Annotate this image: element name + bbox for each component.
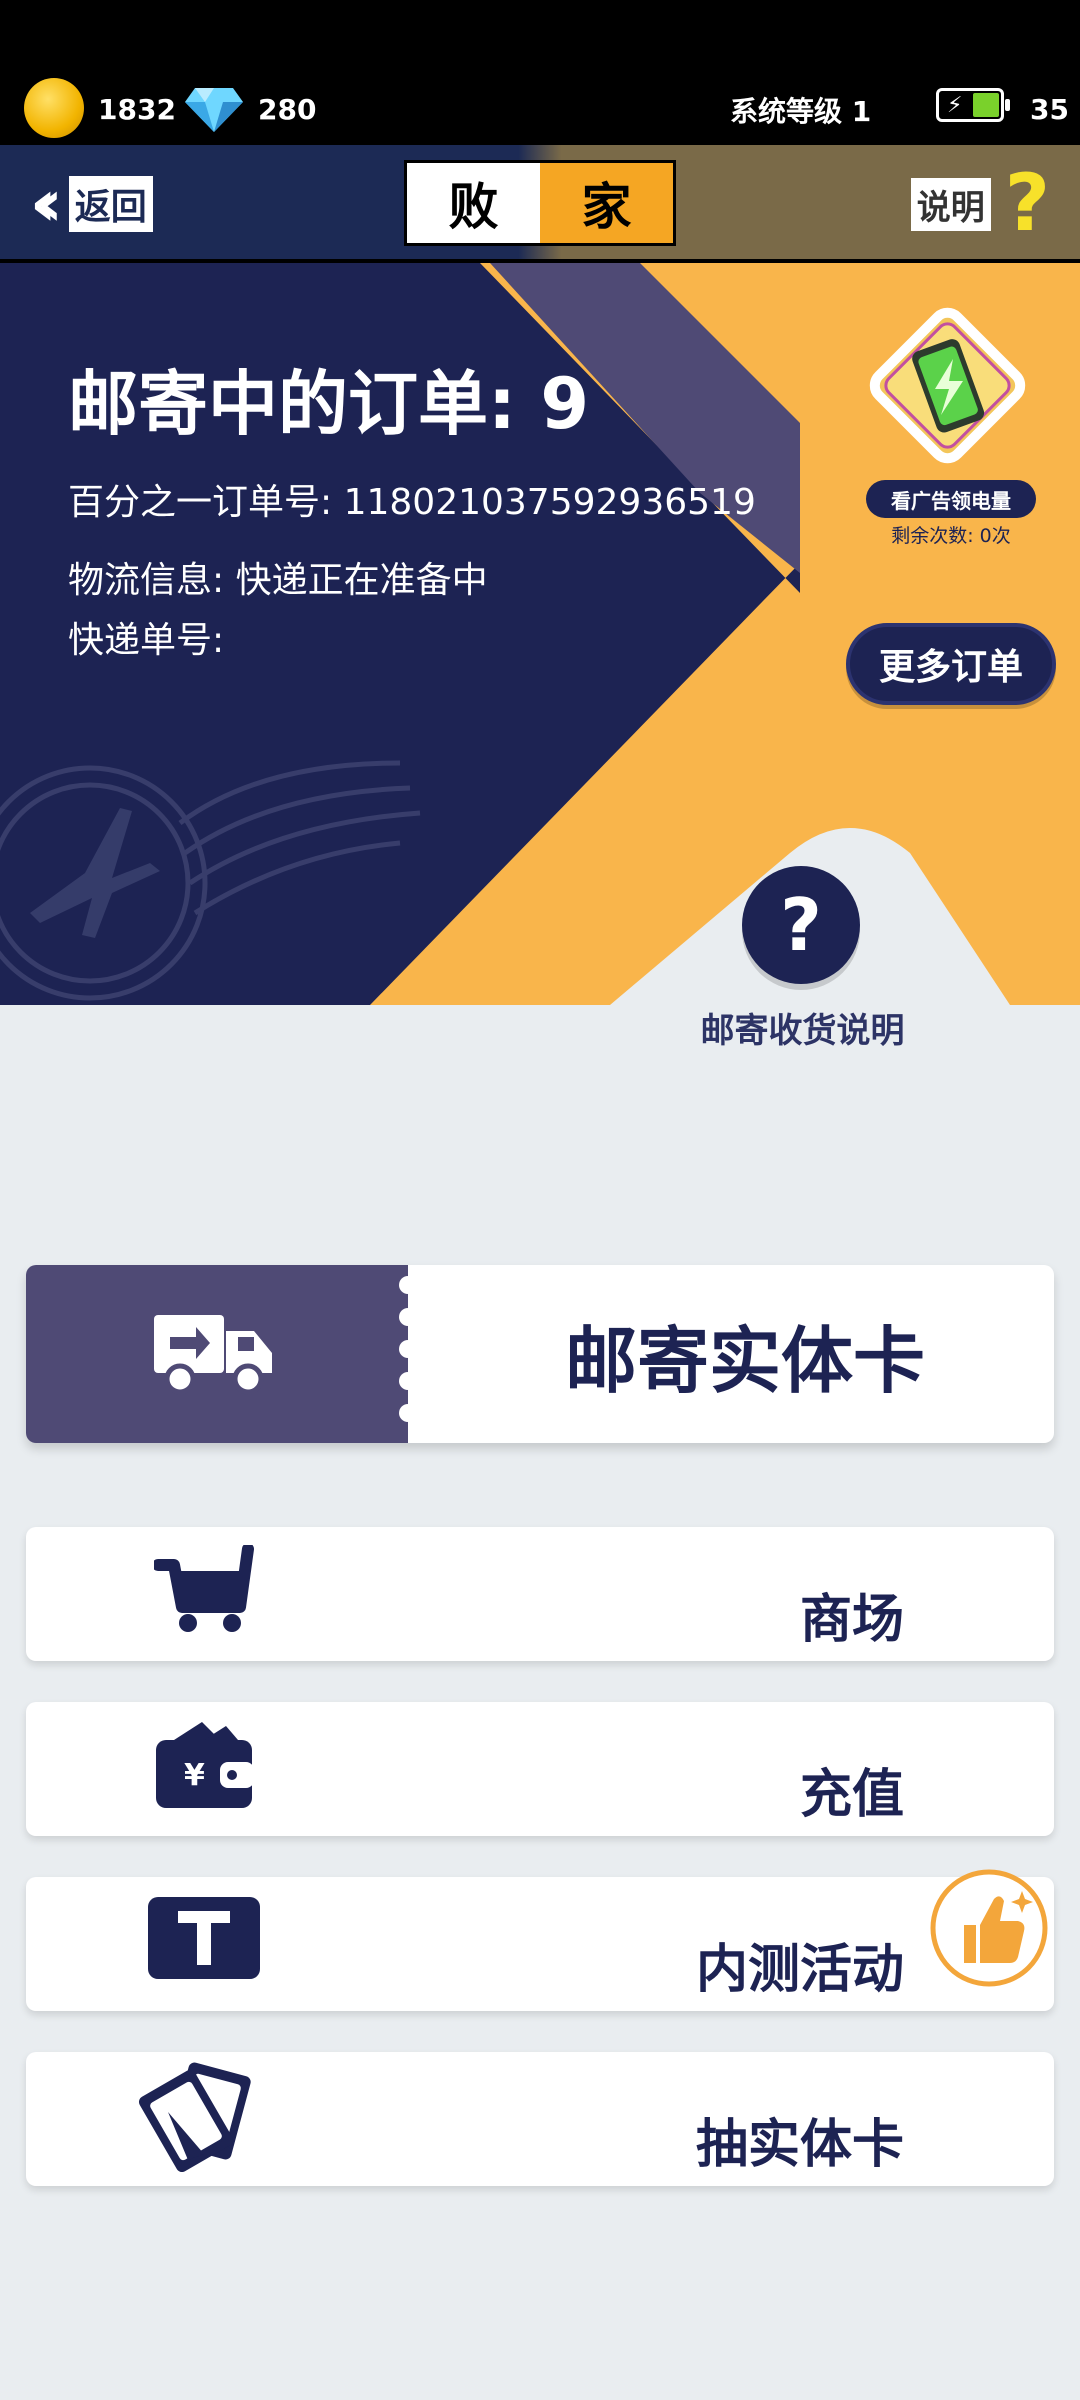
double-chevron-left-icon: ‹‹	[30, 167, 62, 241]
battery-icon: ⚡	[936, 88, 1010, 122]
gem-count: 280	[258, 93, 317, 126]
battery-ad-icon[interactable]	[855, 293, 1040, 478]
tab-left[interactable]: 败	[407, 163, 540, 243]
menu-item-beta-event[interactable]: 内测活动	[26, 1869, 1054, 2011]
status-bar: 1832 280 系统等级 1 ⚡ 35	[0, 0, 1080, 145]
mail-card-label: 邮寄实体卡	[564, 1318, 925, 1403]
order-number: 百分之一订单号: 118021037592936519	[68, 482, 756, 523]
menu-label: 抽实体卡	[695, 2115, 904, 2175]
perforation	[396, 1265, 417, 1443]
more-orders-button[interactable]: 更多订单	[846, 623, 1056, 705]
diamond-icon	[185, 88, 243, 132]
cards-icon	[138, 2062, 251, 2172]
ad-remaining: 剩余次数: 0次	[891, 525, 1011, 547]
menu-label: 充值	[799, 1765, 904, 1825]
back-button[interactable]: ‹‹ 返回	[30, 167, 153, 241]
orders-banner: 邮寄中的订单: 9 百分之一订单号: 118021037592936519 物流…	[0, 263, 1080, 1005]
orders-title: 邮寄中的订单: 9	[68, 363, 590, 445]
cart-icon	[154, 1545, 254, 1632]
menu-label: 内测活动	[695, 1940, 904, 2000]
back-label: 返回	[68, 176, 153, 232]
coin-icon	[24, 78, 84, 138]
coin-count: 1832	[98, 93, 176, 126]
menu-item-recharge[interactable]: ¥ 充值	[26, 1702, 1054, 1836]
header-bar: ‹‹ 返回 败 家 说明 ?	[0, 145, 1080, 263]
shipping-help-caption[interactable]: 邮寄收货说明	[650, 1003, 955, 1052]
wallet-icon: ¥	[156, 1722, 254, 1808]
tab-switcher: 败 家	[404, 160, 676, 246]
thumbs-up-icon	[930, 1869, 1048, 1987]
tab-right[interactable]: 家	[540, 163, 673, 243]
energy-count: 35	[1030, 93, 1069, 126]
t-icon	[148, 1897, 260, 1979]
mail-physical-card-button[interactable]: 邮寄实体卡	[26, 1265, 1054, 1443]
logistics-info: 物流信息: 快递正在准备中	[68, 560, 488, 601]
menu-label: 商场	[799, 1590, 904, 1650]
help-label: 说明	[910, 177, 991, 231]
system-level: 系统等级 1	[730, 95, 872, 128]
watch-ad-button[interactable]: 看广告领电量	[866, 480, 1036, 518]
tracking-number: 快递单号:	[68, 620, 225, 661]
menu-item-mall[interactable]: 商场	[26, 1527, 1054, 1661]
question-circle-icon[interactable]: ?	[742, 866, 860, 984]
help-button[interactable]: 说明 ?	[910, 159, 1050, 249]
question-mark-icon: ?	[1004, 159, 1050, 249]
svg-text:¥: ¥	[184, 1758, 205, 1793]
menu-item-draw-card[interactable]: 抽实体卡	[26, 2052, 1054, 2186]
truck-icon	[154, 1315, 272, 1395]
